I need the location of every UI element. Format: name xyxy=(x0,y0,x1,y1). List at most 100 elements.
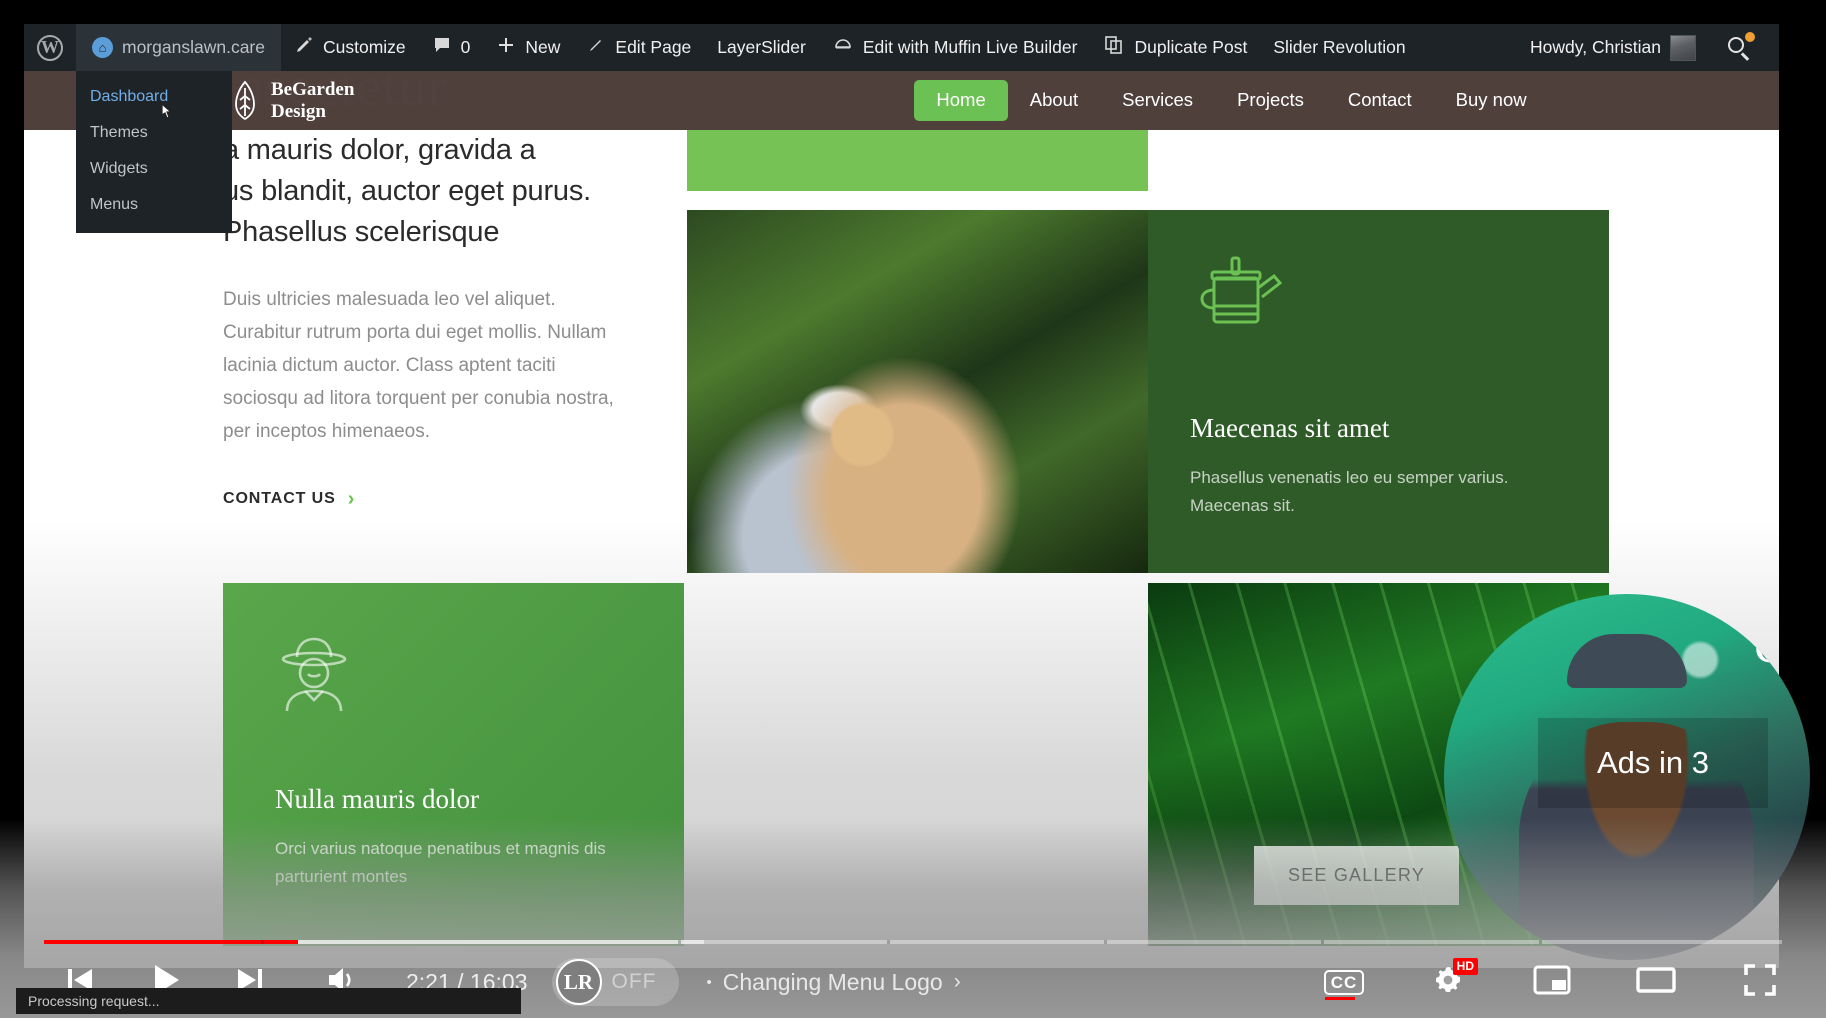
watering-can-icon xyxy=(1190,256,1283,344)
theater-mode-button[interactable] xyxy=(1624,946,1688,1018)
closed-captions-icon: CC xyxy=(1323,969,1365,995)
theater-mode-icon xyxy=(1636,966,1676,999)
nav-item-contact[interactable]: Contact xyxy=(1326,80,1434,121)
feature-card-light-text: Orci varius natoque penatibus et magnis … xyxy=(275,839,606,886)
browser-status-bar: Processing request... xyxy=(16,988,521,1014)
muffin-live-builder-button[interactable]: Edit with Muffin Live Builder xyxy=(819,24,1091,71)
muffin-icon xyxy=(832,34,854,61)
neon-sign: C xyxy=(1753,616,1789,674)
chapter-title[interactable]: • Changing Menu Logo › xyxy=(707,969,961,996)
site-name-label: morganslawn.care xyxy=(122,36,265,57)
logo-line-2: Design xyxy=(271,100,326,122)
chevron-right-icon: › xyxy=(347,487,356,510)
chapter-marker xyxy=(1538,940,1542,944)
duplicate-post-label: Duplicate Post xyxy=(1134,36,1248,57)
feature-card-light-title: Nulla mauris dolor xyxy=(275,784,479,814)
dropdown-item-themes[interactable]: Themes xyxy=(76,115,232,151)
comments-count: 0 xyxy=(460,36,471,57)
chapter-marker xyxy=(1104,940,1108,944)
dropdown-item-menus[interactable]: Menus xyxy=(76,187,232,223)
search-icon xyxy=(1726,31,1755,61)
progress-played xyxy=(44,940,298,944)
customize-label: Customize xyxy=(322,36,406,57)
miniplayer-icon xyxy=(1533,965,1571,1000)
copy-icon xyxy=(1103,34,1125,61)
dashboard-icon: ⌂ xyxy=(92,37,113,58)
section-heading: a mauris dolor, gravida a us blandit, au… xyxy=(223,130,623,254)
progress-track[interactable] xyxy=(44,940,1782,944)
chapter-marker xyxy=(886,940,890,944)
site-logo[interactable]: BeGarden Design xyxy=(232,79,354,122)
chapter-bullet: • xyxy=(706,973,712,991)
lr-logo-icon: LR xyxy=(555,959,602,1005)
nav-item-buy-now[interactable]: Buy now xyxy=(1434,80,1549,121)
video-stage: W ⌂ morganslawn.care Customize 0 New Edi… xyxy=(0,0,1826,1018)
wordpress-logo-icon: W xyxy=(37,34,63,61)
heading-line-3: Phasellus scelerisque xyxy=(223,216,500,249)
status-message: Processing request... xyxy=(28,993,160,1009)
muffin-live-builder-label: Edit with Muffin Live Builder xyxy=(862,36,1078,57)
leaf-icon xyxy=(232,80,258,122)
dropdown-item-widgets[interactable]: Widgets xyxy=(76,151,232,187)
chapter-title-label: Changing Menu Logo xyxy=(722,968,943,995)
site-header: BeGarden Design Home About Services Proj… xyxy=(24,71,1779,130)
edit-page-button[interactable]: Edit Page xyxy=(573,24,704,71)
nav-item-services[interactable]: Services xyxy=(1100,80,1215,121)
logo-line-1: BeGarden xyxy=(271,79,355,101)
new-label: New xyxy=(525,36,561,57)
heading-line-2: us blandit, auctor eget purus. xyxy=(223,175,592,208)
avatar xyxy=(1670,34,1696,61)
duplicate-post-button[interactable]: Duplicate Post xyxy=(1090,24,1260,71)
miniplayer-button[interactable] xyxy=(1520,946,1584,1018)
wordpress-admin-bar: W ⌂ morganslawn.care Customize 0 New Edi… xyxy=(24,24,1779,71)
presenter-cap xyxy=(1567,634,1687,689)
ads-countdown-overlay: Ads in 3 xyxy=(1538,718,1768,808)
heading-line-1: a mauris dolor, gravida a xyxy=(223,134,536,166)
slider-revolution-button[interactable]: Slider Revolution xyxy=(1260,24,1418,71)
site-navigation: Home About Services Projects Contact Buy… xyxy=(914,80,1548,121)
see-gallery-button[interactable]: SEE GALLERY xyxy=(1254,846,1459,905)
customize-button[interactable]: Customize xyxy=(281,24,419,71)
fullscreen-button[interactable] xyxy=(1728,946,1792,1018)
comment-bubble-icon xyxy=(432,35,452,60)
intro-text-column: a mauris dolor, gravida a us blandit, au… xyxy=(223,130,623,511)
feature-card-light[interactable]: Nulla mauris dolor Orci varius natoque p… xyxy=(223,583,684,946)
layerslider-button[interactable]: LayerSlider xyxy=(704,24,819,71)
pencil-icon xyxy=(586,35,606,60)
feature-card-dark[interactable]: Maecenas sit amet Phasellus venenatis le… xyxy=(1148,210,1609,573)
nav-item-projects[interactable]: Projects xyxy=(1215,80,1326,121)
paintbrush-icon xyxy=(294,35,314,60)
adminbar-right-group: Howdy, Christian xyxy=(1517,24,1779,71)
new-button[interactable]: New xyxy=(483,24,573,71)
comments-button[interactable]: 0 xyxy=(419,24,484,71)
wp-logo-button[interactable]: W xyxy=(24,24,76,71)
gardener-icon xyxy=(275,637,353,719)
nav-item-about[interactable]: About xyxy=(1008,80,1100,121)
chapter-marker xyxy=(1321,940,1325,944)
slider-revolution-label: Slider Revolution xyxy=(1273,36,1406,57)
photo-tile-pruning xyxy=(687,210,1148,573)
chevron-right-icon: › xyxy=(953,970,961,993)
search-button[interactable] xyxy=(1713,24,1765,71)
wp-site-dropdown-menu: Dashboard Themes Widgets Menus xyxy=(76,71,232,233)
fullscreen-icon xyxy=(1743,963,1777,1002)
howdy-label: Howdy, Christian xyxy=(1530,36,1661,57)
plus-icon xyxy=(496,35,516,60)
lr-toggle-badge[interactable]: LR OFF xyxy=(551,958,679,1006)
quality-badge: HD xyxy=(1452,958,1478,975)
chapter-marker xyxy=(261,940,265,944)
layerslider-label: LayerSlider xyxy=(717,36,806,57)
lr-badge-state: OFF xyxy=(611,970,657,993)
captions-button[interactable]: CC xyxy=(1312,946,1376,1018)
dropdown-item-dashboard[interactable]: Dashboard xyxy=(76,79,232,115)
green-accent-bar xyxy=(687,130,1148,191)
site-name-menu[interactable]: ⌂ morganslawn.care xyxy=(76,24,281,71)
contact-us-link[interactable]: CONTACT US › xyxy=(223,488,623,511)
nav-item-home[interactable]: Home xyxy=(914,80,1008,121)
howdy-user-menu[interactable]: Howdy, Christian xyxy=(1517,24,1709,71)
edit-page-label: Edit Page xyxy=(615,36,692,57)
captions-active-indicator xyxy=(1325,997,1355,1000)
site-logo-text: BeGarden Design xyxy=(271,79,354,122)
settings-button[interactable]: HD xyxy=(1416,946,1480,1018)
contact-us-label: CONTACT US xyxy=(223,490,336,508)
